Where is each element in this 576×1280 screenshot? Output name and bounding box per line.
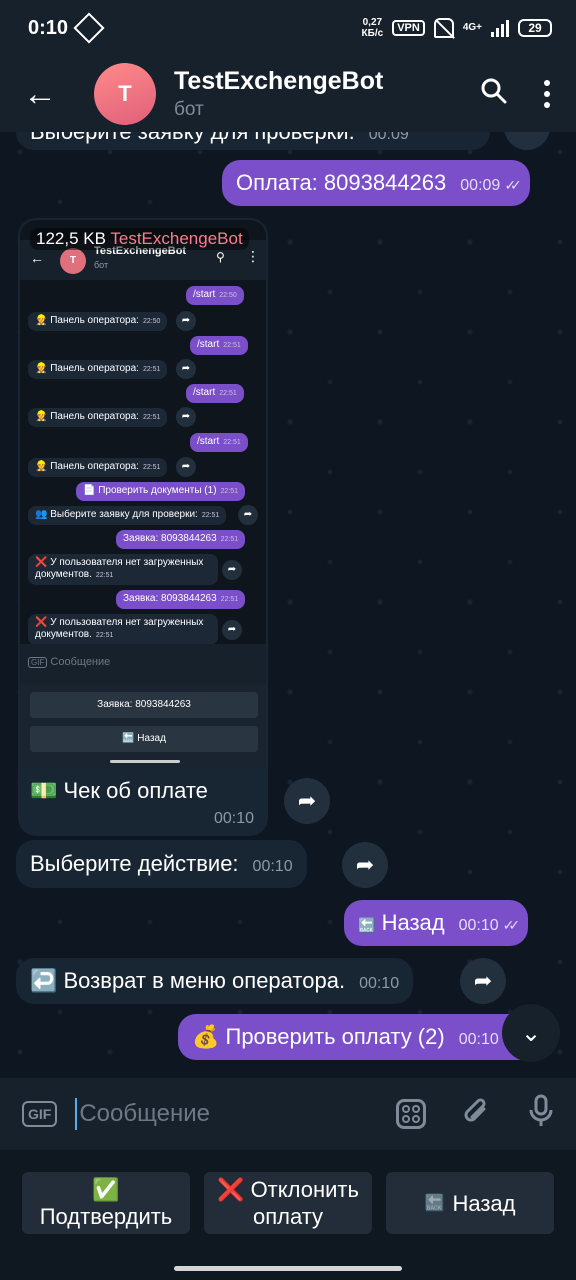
- mini-message: Заявка: 8093844263 22:51: [116, 590, 246, 609]
- photo-caption: 💵 Чек об оплате: [30, 778, 208, 803]
- photo-size: 122,5 KB: [36, 229, 106, 248]
- mini-keyboard: Заявка: 8093844263 🔙 Назад: [20, 684, 266, 768]
- mini-message: /start 22:51: [190, 336, 248, 355]
- header-actions: [480, 77, 550, 112]
- screenshot-image[interactable]: 122,5 KB TestExchengeBot ← T TestExcheng…: [20, 220, 266, 768]
- message-text: Оплата: 8093844263: [236, 170, 447, 195]
- mini-kb-button: 🔙 Назад: [30, 726, 258, 752]
- back-arrow-icon[interactable]: ←: [0, 56, 80, 132]
- battery-icon: 29: [518, 19, 552, 37]
- avatar[interactable]: T: [94, 63, 156, 125]
- message-outgoing[interactable]: 💰 Проверить оплату (2) 00:10: [178, 1014, 538, 1060]
- message-text: Выберите заявку для проверки:: [30, 132, 355, 144]
- more-menu-icon[interactable]: [544, 80, 550, 108]
- microphone-icon[interactable]: [528, 1094, 554, 1135]
- mini-message: ❌ У пользователя нет загруженных докумен…: [28, 614, 218, 645]
- mini-kb-button: Заявка: 8093844263: [30, 692, 258, 718]
- back-emoji-icon: 🔙: [424, 1194, 445, 1212]
- message-text: Выберите действие:: [30, 851, 239, 876]
- message-outgoing[interactable]: Оплата: 8093844263 00:09 ✓✓: [222, 160, 530, 206]
- signal-icon: [491, 19, 509, 37]
- net-type: 4G+: [462, 22, 482, 33]
- message-time: 00:10: [252, 858, 293, 875]
- mini-forward-icon: ➦: [176, 311, 196, 331]
- net-speed-value: 0,27: [362, 17, 383, 28]
- message-time: 00:09: [460, 177, 501, 194]
- message-time: 00:10: [213, 810, 254, 827]
- mini-avatar: T: [60, 248, 86, 274]
- mini-message: 👷 Панель оператора: 22:51: [28, 458, 168, 477]
- message-input[interactable]: [79, 1100, 370, 1128]
- back-emoji-icon: 🔙: [358, 917, 376, 933]
- photo-sender: TestExchengeBot: [110, 229, 243, 248]
- back-button-label: Назад: [452, 1190, 516, 1216]
- search-icon[interactable]: [480, 77, 508, 112]
- net-speed-unit: КБ/с: [361, 28, 384, 39]
- photo-meta: 122,5 KB TestExchengeBot: [30, 228, 249, 250]
- scroll-down-button[interactable]: ⌄: [502, 1004, 560, 1062]
- bot-keyboard-icon[interactable]: [396, 1099, 426, 1129]
- chat-title: TestExchengeBot: [174, 67, 384, 95]
- mini-forward-icon: ➦: [238, 505, 258, 525]
- chat-header: ← T TestExchengeBot бот: [0, 56, 576, 132]
- message-time: 00:09: [368, 132, 409, 143]
- mini-back-icon: ←: [30, 250, 44, 266]
- forward-button[interactable]: ➦: [342, 842, 388, 888]
- message-time: 00:10: [359, 975, 400, 992]
- message-time: 00:10: [458, 917, 499, 934]
- mini-message: 👷 Панель оператора: 22:51: [28, 360, 168, 379]
- message-outgoing[interactable]: 🔙 Назад 00:10 ✓✓: [344, 900, 529, 946]
- message-text: Назад: [381, 910, 445, 935]
- vpn-badge: VPN: [392, 20, 425, 36]
- message-incoming[interactable]: ↩️ Возврат в меню оператора. 00:10: [16, 958, 414, 1004]
- mini-forward-icon: ➦: [176, 457, 196, 477]
- forward-button[interactable]: ➦: [460, 958, 506, 1004]
- mini-message: 👥 Выберите заявку для проверки: 22:51: [28, 506, 227, 525]
- confirm-button[interactable]: ✅ Подтвердить: [22, 1172, 190, 1234]
- mini-message: 👷 Панель оператора: 22:50: [28, 312, 168, 331]
- mini-forward-icon: ➦: [222, 560, 242, 580]
- bot-keyboard: ✅ Подтвердить ❌ Отклонить оплату 🔙 Назад: [0, 1150, 576, 1280]
- mini-input: GIF Сообщение: [20, 644, 266, 684]
- mini-forward-icon: ➦: [222, 620, 242, 640]
- message-time: 00:10: [458, 1031, 499, 1048]
- message-incoming[interactable]: Выберите действие: 00:10: [16, 840, 307, 888]
- mini-message: /start 22:51: [186, 384, 244, 403]
- attach-icon[interactable]: [462, 1095, 492, 1134]
- mini-message: 📄 Проверить документы (1) 22:51: [76, 482, 246, 501]
- mini-forward-icon: ➦: [176, 359, 196, 379]
- notification-icon: [73, 12, 105, 44]
- mini-message: ❌ У пользователя нет загруженных докумен…: [28, 554, 218, 585]
- read-checkmarks-icon: ✓✓: [502, 917, 521, 933]
- message-text: ↩️ Возврат в меню оператора.: [30, 968, 346, 993]
- message-input-bar: GIF: [0, 1078, 576, 1150]
- mini-forward-icon: ➦: [176, 407, 196, 427]
- gesture-nav-bar[interactable]: [174, 1266, 402, 1271]
- mini-message: /start 22:50: [186, 286, 244, 305]
- mini-message: /start 22:51: [190, 433, 248, 452]
- photo-message[interactable]: 122,5 KB TestExchengeBot ← T TestExcheng…: [18, 218, 268, 836]
- forward-button[interactable]: ➦: [284, 778, 330, 824]
- chat-title-block[interactable]: TestExchengeBot бот: [174, 67, 383, 121]
- text-cursor: [75, 1098, 78, 1130]
- chat-subtitle: бот: [174, 99, 204, 120]
- read-checkmarks-icon: ✓✓: [504, 177, 522, 193]
- mini-subtitle: бот: [94, 260, 109, 270]
- bell-off-icon: [433, 18, 454, 38]
- status-bar: 0:10 0,27 КБ/с VPN 4G+ 29: [0, 0, 576, 56]
- message-text: 💰 Проверить оплату (2): [192, 1024, 445, 1049]
- net-speed: 0,27 КБ/с: [362, 17, 384, 39]
- status-time: 0:10: [28, 16, 69, 39]
- input-actions: [396, 1094, 554, 1135]
- mini-more-icon: ⋮: [246, 248, 260, 264]
- status-indicators: 0,27 КБ/с VPN 4G+ 29: [362, 17, 552, 39]
- chat-area[interactable]: Выберите заявку для проверки: 00:09 ➦ Опл…: [0, 132, 576, 1078]
- mini-message: 👷 Панель оператора: 22:51: [28, 408, 168, 427]
- gif-icon[interactable]: GIF: [22, 1101, 58, 1127]
- message-incoming[interactable]: Выберите заявку для проверки: 00:09: [16, 132, 490, 150]
- mini-search-icon: ⚲: [216, 250, 225, 264]
- back-button[interactable]: 🔙 Назад: [386, 1172, 554, 1234]
- reject-payment-button[interactable]: ❌ Отклонить оплату: [204, 1172, 372, 1234]
- mini-message: Заявка: 8093844263 22:51: [116, 530, 246, 549]
